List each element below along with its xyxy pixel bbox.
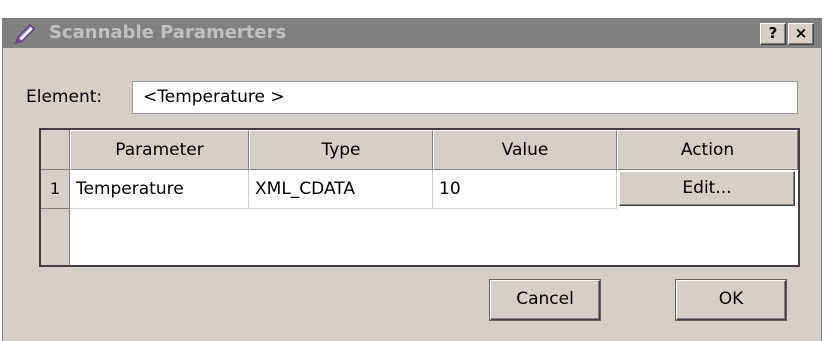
- column-header-value[interactable]: Value: [433, 130, 617, 170]
- title-bar[interactable]: Scannable Paramerters ? ×: [3, 18, 821, 48]
- help-button[interactable]: ?: [760, 23, 786, 45]
- table-corner: [41, 130, 70, 170]
- element-input[interactable]: <Temperature >: [132, 81, 798, 114]
- pencil-icon: [13, 22, 37, 46]
- cancel-button[interactable]: Cancel: [490, 280, 600, 320]
- cell-type[interactable]: XML_CDATA: [249, 170, 433, 209]
- cell-parameter[interactable]: Temperature: [70, 170, 249, 209]
- edit-button[interactable]: Edit...: [619, 171, 795, 206]
- window-title: Scannable Paramerters: [49, 22, 287, 43]
- column-header-parameter[interactable]: Parameter: [70, 130, 249, 170]
- close-button[interactable]: ×: [788, 23, 814, 45]
- scannable-parameters-dialog: Scannable Paramerters ? × Element: <Temp…: [2, 18, 822, 341]
- top-strip: [0, 0, 825, 18]
- parameters-table: Parameter Type Value Action 1 Temperatur…: [39, 128, 800, 267]
- column-header-action[interactable]: Action: [617, 130, 798, 170]
- element-label: Element:: [26, 87, 103, 107]
- ok-button[interactable]: OK: [676, 280, 786, 320]
- cell-value[interactable]: 10: [433, 170, 617, 209]
- row-header-empty: [41, 209, 70, 265]
- column-header-type[interactable]: Type: [249, 130, 433, 170]
- row-header-1[interactable]: 1: [41, 170, 70, 209]
